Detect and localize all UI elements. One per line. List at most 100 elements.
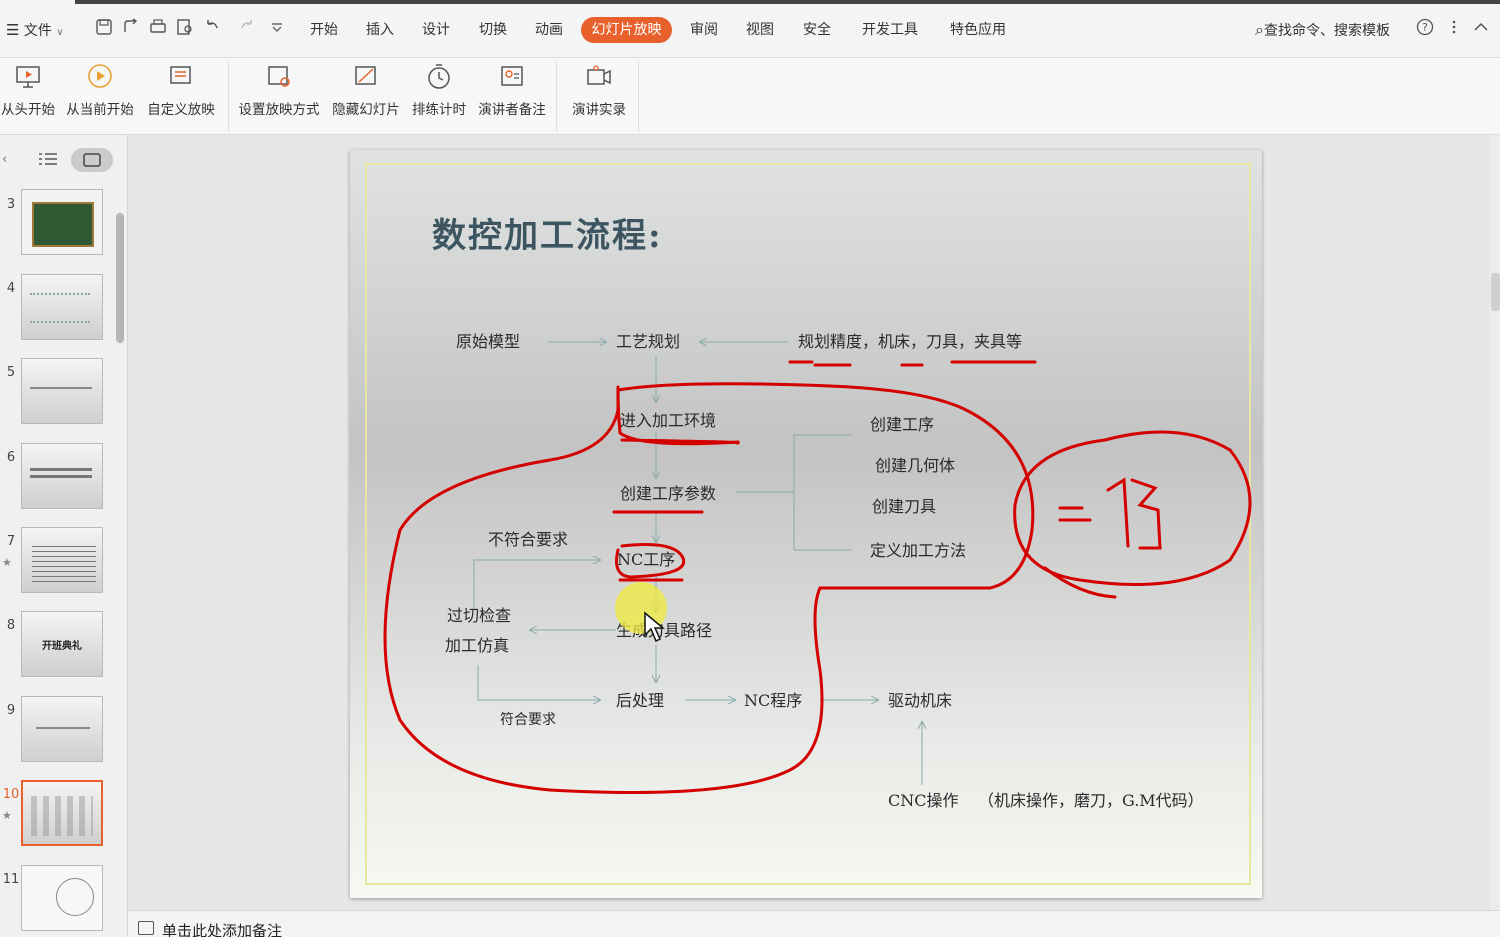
- svg-text:?: ?: [1422, 21, 1428, 34]
- notes-placeholder: 单击此处添加备注: [162, 922, 283, 937]
- play-circle-icon: [88, 64, 112, 88]
- hide-slide-icon: [355, 66, 376, 85]
- command-search[interactable]: ⌕查找命令、搜索模板: [1255, 20, 1390, 41]
- node-create-tool: 创建刀具: [872, 497, 937, 516]
- hide-slide-button[interactable]: 隐藏幻灯片: [330, 62, 402, 128]
- node-post-process: 后处理: [616, 691, 665, 710]
- label-not-meet-requirements: 不符合要求: [488, 530, 569, 549]
- slide-thumbnail-10[interactable]: [21, 780, 103, 846]
- thumbnail-title-text: 开班典礼: [42, 641, 82, 652]
- play-from-current-label: 从当前开始: [66, 102, 134, 118]
- more-options-icon[interactable]: [1445, 18, 1463, 36]
- play-from-current-button[interactable]: 从当前开始: [64, 62, 136, 128]
- chevron-down-icon: ∨: [56, 27, 64, 38]
- ribbon-separator: [228, 62, 229, 132]
- slide-thumbnail-7[interactable]: [21, 527, 103, 593]
- thumbnail-text-lines: [30, 468, 92, 478]
- custom-show-button[interactable]: 自定义放映: [145, 62, 217, 128]
- node-drive-machine: 驱动机床: [888, 691, 953, 710]
- slide-thumbnail-3[interactable]: [21, 189, 103, 255]
- save-icon[interactable]: [95, 18, 113, 36]
- thumbnail-scrollbar[interactable]: [116, 213, 124, 343]
- setup-show-button[interactable]: 设置放映方式: [236, 62, 322, 128]
- tab-review[interactable]: 审阅: [690, 20, 718, 40]
- record-presentation-button[interactable]: 演讲实录: [568, 62, 630, 128]
- thumbnail-text-lines: [36, 727, 90, 729]
- node-cnc-operation: CNC操作: [888, 791, 959, 810]
- list-icon: [39, 153, 57, 165]
- tab-insert[interactable]: 插入: [366, 20, 394, 40]
- setup-show-icon: [268, 66, 290, 87]
- tab-security[interactable]: 安全: [803, 20, 831, 40]
- ribbon-separator: [638, 62, 639, 132]
- tab-design[interactable]: 设计: [422, 20, 450, 40]
- redo-icon[interactable]: [238, 18, 256, 36]
- label-meet-requirements: 符合要求: [500, 712, 556, 728]
- monitor-play-icon: [16, 66, 40, 88]
- thumbnail-text-lines: [30, 293, 90, 323]
- outline-view-button[interactable]: [38, 151, 58, 171]
- node-cnc-detail: （机床操作，磨刀，G.M代码）: [978, 791, 1204, 810]
- tab-special-apps[interactable]: 特色应用: [950, 20, 1006, 40]
- thumbnail-number: 11: [2, 872, 20, 887]
- tab-slideshow[interactable]: 幻灯片放映: [581, 17, 672, 43]
- slide-thumbnail-6[interactable]: [21, 443, 103, 509]
- node-nc-program: NC程序: [744, 691, 803, 710]
- arrow-check-to-nc: [473, 560, 600, 610]
- print-icon[interactable]: [149, 18, 167, 36]
- collapse-ribbon-icon[interactable]: [1472, 18, 1490, 36]
- slide-10[interactable]: 数控加工流程: 原始模型 工艺规划 规划精度，机床，刀具，夹具等 进入加工环境 …: [350, 150, 1262, 898]
- export-icon[interactable]: [122, 18, 140, 36]
- vertical-scrollbar[interactable]: [1490, 135, 1500, 910]
- play-from-start-button[interactable]: 从头开始: [0, 62, 56, 128]
- slide-thumbnail-8[interactable]: 开班典礼: [21, 611, 103, 677]
- animation-star-icon: ★: [2, 556, 12, 569]
- slide-thumbnail-panel: ‹ 3 4 5 6 7 ★ 8 开班典礼 9 10 ★ 11: [0, 135, 128, 937]
- thumbnail-text-lines: [30, 387, 92, 389]
- slide-thumbnail-9[interactable]: [21, 696, 103, 762]
- flowchart-connectors: [383, 150, 1252, 794]
- slide-view-button[interactable]: [71, 148, 113, 172]
- custom-show-icon: [170, 66, 191, 84]
- notes-icon: [138, 921, 154, 935]
- presenter-notes-label: 演讲者备注: [478, 102, 546, 118]
- menu-bar: ☰ 文件 ∨ 开始 插入 设计 切换 动画 幻灯片放映 审阅 视图 安全 开发工…: [0, 0, 1500, 58]
- animation-star-icon: ★: [2, 809, 12, 822]
- slides-icon: [83, 153, 101, 167]
- tab-transitions[interactable]: 切换: [479, 20, 507, 40]
- tab-developer[interactable]: 开发工具: [862, 20, 918, 40]
- print-preview-icon[interactable]: [176, 18, 194, 36]
- tab-animation[interactable]: 动画: [535, 20, 563, 40]
- tab-home[interactable]: 开始: [310, 20, 338, 40]
- node-nc-operation: NC工序: [617, 550, 676, 569]
- thumbnail-number-active: 10: [2, 787, 20, 802]
- hamburger-icon: ☰: [6, 21, 20, 39]
- scrollbar-thumb[interactable]: [1491, 273, 1500, 311]
- tab-view[interactable]: 视图: [746, 20, 774, 40]
- file-menu-button[interactable]: ☰ 文件 ∨: [6, 20, 64, 43]
- thumbnail-number: 9: [6, 703, 16, 718]
- arrow-check-to-post: [477, 665, 600, 700]
- slide-thumbnail-5[interactable]: [21, 358, 103, 424]
- node-create-geometry: 创建几何体: [875, 456, 956, 475]
- setup-show-label: 设置放映方式: [238, 102, 320, 118]
- collapse-panel-icon[interactable]: ‹: [2, 152, 7, 167]
- file-menu-label: 文件: [23, 23, 52, 39]
- notes-pane[interactable]: 单击此处添加备注: [128, 910, 1500, 937]
- thumbnail-number: 6: [6, 450, 16, 465]
- slide-thumbnail-11[interactable]: [21, 865, 103, 931]
- ribbon-separator: [556, 62, 557, 132]
- undo-icon[interactable]: [203, 18, 221, 36]
- help-icon[interactable]: ?: [1416, 18, 1434, 36]
- play-from-start-label: 从头开始: [1, 102, 55, 118]
- thumbnail-number: 8: [6, 618, 16, 633]
- customize-quick-access-icon[interactable]: [268, 18, 286, 36]
- custom-show-label: 自定义放映: [147, 102, 215, 118]
- presenter-notes-button[interactable]: 演讲者备注: [476, 62, 548, 128]
- node-plan-items: 规划精度，机床，刀具，夹具等: [798, 332, 1023, 351]
- rehearse-timings-button[interactable]: 排练计时: [409, 62, 469, 128]
- thumbnail-diagram-preview: [31, 796, 93, 836]
- thumbnail-number: 3: [6, 197, 16, 212]
- slide-thumbnail-4[interactable]: [21, 274, 103, 340]
- thumbnail-number: 7: [6, 534, 16, 549]
